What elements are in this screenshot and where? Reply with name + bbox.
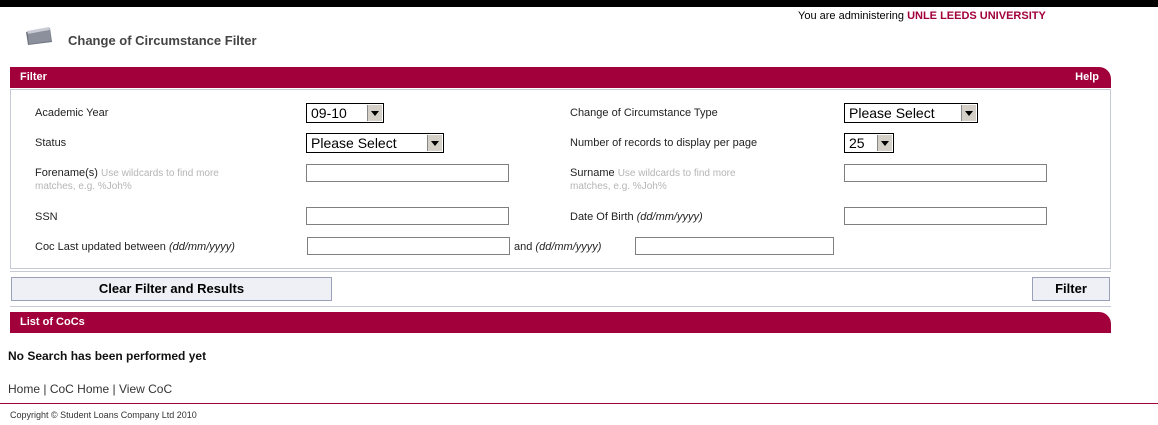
filter-button[interactable]: Filter [1032, 277, 1110, 301]
home-link[interactable]: Home [8, 382, 40, 396]
and-format: (dd/mm/yyyy) [535, 241, 602, 253]
divider [10, 271, 1111, 272]
filter-section-title: Filter [20, 71, 47, 83]
dob-label: Date Of Birth [570, 211, 634, 223]
records-per-page-value: 25 [849, 135, 865, 151]
chevron-down-icon[interactable] [427, 135, 442, 151]
copyright: Copyright © Student Loans Company Ltd 20… [10, 410, 197, 420]
folder-icon [24, 26, 54, 46]
admin-prefix: You are administering [798, 10, 904, 22]
status-label: Status [35, 137, 67, 149]
surname-hint: Use wildcards to find more [617, 168, 736, 179]
list-section-title: List of CoCs [20, 316, 85, 328]
chevron-down-icon[interactable] [961, 105, 976, 121]
filter-panel: Academic Year 09-10 Change of Circumstan… [10, 89, 1111, 269]
footer-divider [0, 403, 1158, 404]
help-link[interactable]: Help [1075, 71, 1099, 83]
coc-updated-label: Coc Last updated between [35, 241, 166, 253]
coc-updated-format: (dd/mm/yyyy) [168, 241, 235, 253]
divider [10, 306, 1111, 307]
coc-type-value: Please Select [849, 105, 935, 121]
surname-hint-example: matches, e.g. %Joh% [570, 181, 667, 192]
coc-updated-to-input[interactable] [635, 237, 834, 255]
no-search-message: No Search has been performed yet [8, 349, 207, 363]
and-label: and [514, 241, 533, 253]
ssn-input[interactable] [306, 207, 509, 225]
footer-nav: Home | CoC Home | View CoC [8, 382, 172, 396]
records-per-page-select[interactable]: 25 [844, 133, 894, 153]
forename-hint: Use wildcards to find more [101, 168, 219, 179]
top-border [0, 0, 1158, 7]
status-select[interactable]: Please Select [306, 133, 444, 153]
academic-year-select[interactable]: 09-10 [306, 103, 384, 123]
separator: | [112, 382, 116, 396]
academic-year-value: 09-10 [311, 105, 347, 121]
forename-input[interactable] [306, 164, 509, 182]
coc-type-label: Change of Circumstance Type [570, 107, 718, 119]
chevron-down-icon[interactable] [877, 135, 892, 151]
coc-updated-label-group: Coc Last updated between (dd/mm/yyyy) [35, 241, 235, 253]
list-section-bar: List of CoCs [10, 312, 1111, 333]
forename-label: Forename(s) [35, 167, 98, 179]
status-value: Please Select [311, 135, 397, 151]
and-label-group: and (dd/mm/yyyy) [514, 241, 601, 253]
admin-organisation: UNLE LEEDS UNIVERSITY [907, 10, 1046, 22]
surname-input[interactable] [844, 164, 1047, 182]
administering-notice: You are administering UNLE LEEDS UNIVERS… [798, 10, 1046, 22]
surname-label-group: Surname Use wildcards to find more match… [570, 167, 736, 193]
dob-label-group: Date Of Birth (dd/mm/yyyy) [570, 211, 703, 223]
clear-filter-button[interactable]: Clear Filter and Results [11, 277, 332, 301]
coc-home-link[interactable]: CoC Home [50, 382, 109, 396]
chevron-down-icon[interactable] [367, 105, 382, 121]
surname-label: Surname [570, 167, 615, 179]
page-title: Change of Circumstance Filter [68, 33, 257, 48]
dob-format: (dd/mm/yyyy) [636, 211, 703, 223]
coc-type-select[interactable]: Please Select [844, 103, 978, 123]
forename-label-group: Forename(s) Use wildcards to find more m… [35, 167, 219, 193]
ssn-label: SSN [35, 211, 58, 223]
coc-updated-from-input[interactable] [307, 237, 510, 255]
forename-hint-example: matches, e.g. %Joh% [35, 181, 132, 192]
view-coc-link[interactable]: View CoC [119, 382, 172, 396]
dob-input[interactable] [844, 207, 1047, 225]
separator: | [43, 382, 47, 396]
records-per-page-label: Number of records to display per page [570, 137, 758, 149]
filter-section-bar: Filter Help [10, 67, 1111, 88]
academic-year-label: Academic Year [35, 107, 109, 119]
